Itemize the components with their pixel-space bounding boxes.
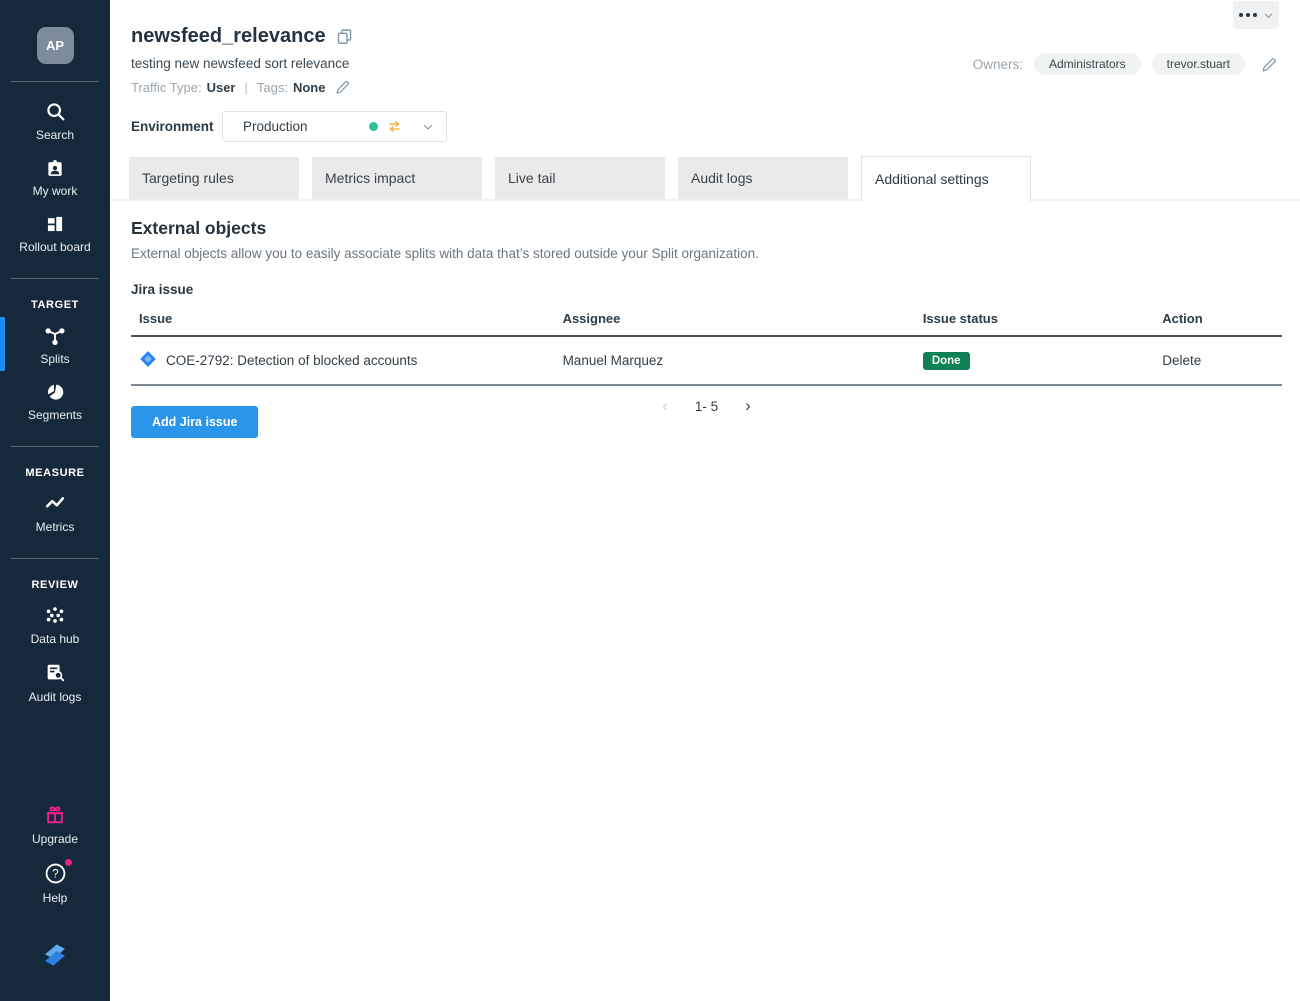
sidebar-item-label: Data hub: [31, 632, 80, 646]
sidebar-item-label: Audit logs: [29, 690, 82, 704]
sidebar-section-target: TARGET: [31, 299, 79, 311]
jira-issue-table: Issue Assignee Issue status Action COE-2…: [131, 305, 1282, 386]
split-header: newsfeed_relevance testing new newsfeed …: [110, 0, 1300, 96]
table-row: COE-2792: Detection of blocked accounts …: [131, 337, 1282, 386]
environment-select[interactable]: Production: [222, 111, 447, 142]
issue-title[interactable]: COE-2792: Detection of blocked accounts: [166, 353, 417, 368]
split-logo[interactable]: [38, 938, 72, 977]
pagination-next-icon[interactable]: ›: [745, 396, 751, 416]
main-area: newsfeed_relevance testing new newsfeed …: [110, 0, 1300, 1001]
status-badge: Done: [923, 352, 970, 370]
traffic-type-value: User: [207, 80, 236, 95]
sidebar-item-search[interactable]: Search: [0, 92, 110, 149]
svg-text:?: ?: [52, 869, 58, 881]
sidebar-item-label: Segments: [28, 408, 82, 422]
assignee-cell: Manuel Marquez: [555, 340, 915, 381]
sidebar-item-data-hub[interactable]: Data hub: [0, 595, 110, 653]
sidebar-item-label: Rollout board: [19, 240, 90, 254]
pagination-prev-icon[interactable]: ‹: [662, 396, 668, 416]
column-header-action: Action: [1154, 305, 1282, 335]
tab-metrics-impact[interactable]: Metrics impact: [312, 157, 482, 199]
traffic-type-label: Traffic Type:: [131, 80, 202, 95]
sidebar-item-label: Splits: [40, 352, 69, 366]
meta-separator: |: [245, 80, 248, 95]
divider: [11, 81, 99, 82]
gift-icon: [44, 804, 66, 826]
sidebar-section-measure: MEASURE: [25, 467, 84, 479]
board-grid-icon: [45, 214, 65, 234]
divider: [11, 446, 99, 447]
tab-bar: Targeting rules Metrics impact Live tail…: [110, 156, 1300, 201]
chevron-down-icon: [422, 121, 434, 133]
owner-chip[interactable]: Administrators: [1034, 53, 1141, 75]
column-header-issue-status: Issue status: [915, 305, 1154, 335]
external-objects-heading: External objects: [131, 218, 1280, 239]
environment-value: Production: [243, 119, 308, 134]
swap-arrows-icon: [387, 119, 402, 134]
sidebar-item-label: Upgrade: [32, 832, 78, 846]
avatar[interactable]: AP: [37, 27, 74, 64]
metrics-chart-icon: [44, 492, 66, 514]
sidebar-item-label: Search: [36, 128, 74, 142]
environment-label: Environment: [131, 119, 222, 134]
sidebar-item-label: Metrics: [36, 520, 75, 534]
pagination: ‹ 1- 5 ›: [131, 396, 1282, 416]
environment-row: Environment Production: [110, 111, 1300, 142]
sidebar-item-help[interactable]: ? Help: [0, 853, 110, 912]
environment-status-dot: [369, 122, 378, 131]
segments-pie-icon: [45, 382, 65, 402]
sidebar-item-upgrade[interactable]: Upgrade: [0, 795, 110, 853]
edit-owners-pencil-icon[interactable]: [1260, 55, 1279, 74]
divider: [11, 558, 99, 559]
sidebar-item-rollout-board[interactable]: Rollout board: [0, 205, 110, 261]
split-meta: Traffic Type: User | Tags: None: [131, 78, 1280, 96]
sidebar-item-audit-logs[interactable]: Audit logs: [0, 653, 110, 711]
badge-icon: [45, 158, 65, 178]
sidebar-item-label: Help: [43, 891, 68, 905]
chevron-down-icon: [1263, 10, 1274, 21]
copy-icon[interactable]: [336, 28, 353, 45]
owner-chip[interactable]: trevor.stuart: [1152, 53, 1245, 75]
edit-tags-pencil-icon[interactable]: [334, 78, 352, 96]
tab-content: External objects External objects allow …: [110, 201, 1300, 458]
jira-icon: [139, 350, 157, 371]
external-objects-description: External objects allow you to easily ass…: [131, 246, 1280, 261]
add-jira-issue-button[interactable]: Add Jira issue: [131, 406, 258, 438]
jira-issue-section-title: Jira issue: [131, 282, 1280, 297]
splits-branch-icon: [44, 324, 66, 346]
owners-row: Owners: Administrators trevor.stuart: [973, 53, 1279, 75]
pagination-range: 1- 5: [695, 399, 718, 414]
page-title: newsfeed_relevance: [131, 25, 326, 48]
tags-label: Tags:: [257, 80, 288, 95]
data-hub-dots-icon: [44, 604, 66, 626]
table-header-row: Issue Assignee Issue status Action: [131, 305, 1282, 337]
sidebar-item-metrics[interactable]: Metrics: [0, 483, 110, 541]
sidebar-item-label: My work: [33, 184, 78, 198]
sidebar-section-review: REVIEW: [32, 579, 79, 591]
tags-value: None: [293, 80, 326, 95]
sidebar-item-my-work[interactable]: My work: [0, 149, 110, 205]
sidebar-item-segments[interactable]: Segments: [0, 373, 110, 429]
search-icon: [45, 101, 66, 122]
owners-label: Owners:: [973, 57, 1023, 72]
audit-logs-icon: [44, 662, 66, 684]
notification-dot: [65, 859, 72, 866]
app-window: AP Search My work Rollout board TARGET: [0, 0, 1300, 1001]
more-options-button[interactable]: [1233, 1, 1279, 29]
column-header-issue: Issue: [131, 305, 555, 335]
sidebar-item-splits[interactable]: Splits: [0, 315, 110, 373]
tab-audit-logs[interactable]: Audit logs: [678, 157, 848, 199]
sidebar: AP Search My work Rollout board TARGET: [0, 0, 110, 1001]
ellipsis-icon: [1239, 13, 1257, 17]
tab-live-tail[interactable]: Live tail: [495, 157, 665, 199]
tab-targeting-rules[interactable]: Targeting rules: [129, 157, 299, 199]
table-footer: ‹ 1- 5 › Add Jira issue: [131, 394, 1282, 458]
tab-additional-settings[interactable]: Additional settings: [861, 156, 1031, 201]
divider: [11, 278, 99, 279]
delete-action-link[interactable]: Delete: [1162, 353, 1201, 368]
help-icon: ?: [44, 862, 67, 885]
column-header-assignee: Assignee: [555, 305, 915, 335]
